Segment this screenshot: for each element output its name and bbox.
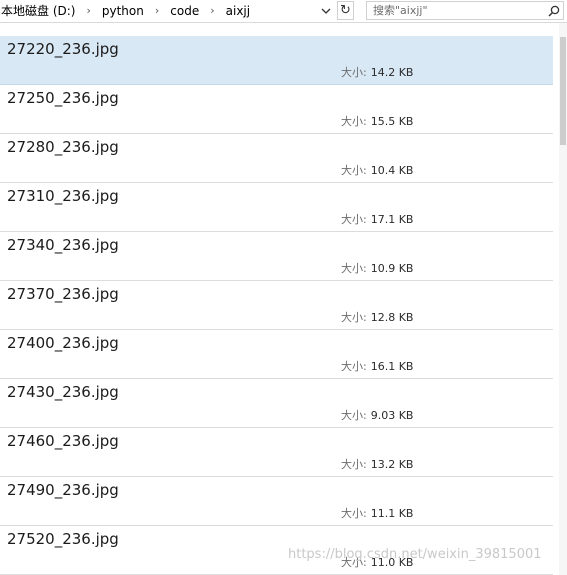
file-size: 大小: 10.4 KB — [341, 164, 414, 177]
breadcrumb-item-aixjj[interactable]: aixjj — [225, 4, 251, 18]
file-size: 大小: 10.9 KB — [341, 262, 414, 275]
file-name: 27250_236.jpg — [7, 89, 119, 107]
file-size: 大小: 15.5 KB — [341, 115, 414, 128]
list-item[interactable]: 27220_236.jpg 大小: 14.2 KB — [0, 36, 553, 85]
file-name: 27430_236.jpg — [7, 383, 119, 401]
list-item[interactable]: 27460_236.jpg 大小: 13.2 KB — [0, 428, 553, 477]
chevron-right-icon[interactable]: › — [145, 4, 169, 17]
breadcrumb-item-drive[interactable]: 本地磁盘 (D:) — [0, 2, 76, 19]
file-list: 27220_236.jpg 大小: 14.2 KB 27250_236.jpg 大… — [0, 36, 553, 575]
refresh-button[interactable]: ↻ — [337, 1, 354, 20]
list-item[interactable]: 27490_236.jpg 大小: 11.1 KB — [0, 477, 553, 526]
file-name: 27340_236.jpg — [7, 236, 119, 254]
file-size: 大小: 12.8 KB — [341, 311, 414, 324]
search-icon[interactable] — [545, 2, 563, 19]
file-size: 大小: 9.03 KB — [341, 409, 414, 422]
list-item[interactable]: 27370_236.jpg 大小: 12.8 KB — [0, 281, 553, 330]
file-size: 大小: 11.1 KB — [341, 507, 414, 520]
file-name: 27280_236.jpg — [7, 138, 119, 156]
breadcrumb-item-code[interactable]: code — [169, 4, 200, 18]
chevron-down-icon[interactable] — [318, 2, 334, 19]
file-name: 27370_236.jpg — [7, 285, 119, 303]
list-item[interactable]: 27340_236.jpg 大小: 10.9 KB — [0, 232, 553, 281]
watermark: https://blog.csdn.net/weixin_39815001 — [288, 547, 542, 562]
file-name: 27520_236.jpg — [7, 530, 119, 548]
vertical-scrollbar[interactable] — [559, 23, 567, 575]
file-name: 27490_236.jpg — [7, 481, 119, 499]
file-size: 大小: 17.1 KB — [341, 213, 414, 226]
toolbar: 本地磁盘 (D:) › python › code › aixjj ↻ — [0, 0, 567, 23]
list-item[interactable]: 27310_236.jpg 大小: 17.1 KB — [0, 183, 553, 232]
file-size: 大小: 16.1 KB — [341, 360, 414, 373]
list-item[interactable]: 27280_236.jpg 大小: 10.4 KB — [0, 134, 553, 183]
file-size: 大小: 14.2 KB — [341, 66, 414, 79]
file-name: 27400_236.jpg — [7, 334, 119, 352]
list-item[interactable]: 27250_236.jpg 大小: 15.5 KB — [0, 85, 553, 134]
scrollbar-thumb[interactable] — [560, 37, 566, 145]
file-size: 大小: 13.2 KB — [341, 458, 414, 471]
breadcrumb[interactable]: 本地磁盘 (D:) › python › code › aixjj — [0, 0, 336, 21]
search-box[interactable] — [366, 1, 564, 20]
list-item[interactable]: 27400_236.jpg 大小: 16.1 KB — [0, 330, 553, 379]
search-input[interactable] — [367, 2, 545, 19]
chevron-right-icon[interactable]: › — [76, 4, 100, 17]
refresh-icon: ↻ — [340, 3, 351, 18]
file-name: 27220_236.jpg — [7, 40, 119, 58]
file-name: 27460_236.jpg — [7, 432, 119, 450]
list-item[interactable]: 27430_236.jpg 大小: 9.03 KB — [0, 379, 553, 428]
breadcrumb-item-python[interactable]: python — [101, 4, 145, 18]
file-name: 27310_236.jpg — [7, 187, 119, 205]
chevron-right-icon[interactable]: › — [200, 4, 224, 17]
